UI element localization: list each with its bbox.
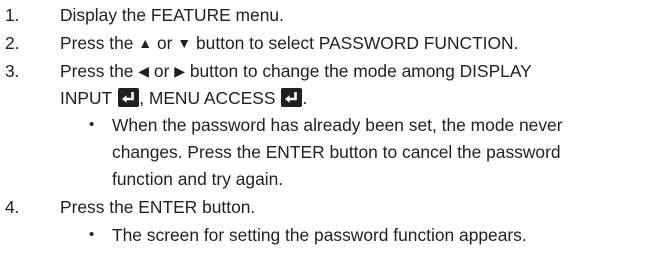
step-text: Press the ▲ or ▼ button to select PASSWO… [60,33,519,53]
right-triangle-icon: ▶ [174,63,185,79]
step-number: 2. [5,33,20,53]
enter-key-icon [118,88,140,107]
left-triangle-icon: ◀ [138,63,150,79]
step-text: Display the FEATURE menu. [60,5,284,25]
note-text: changes. Press the ENTER button to cance… [112,142,561,162]
step-text: Press the ◀ or ▶ button to change the mo… [60,61,532,81]
note-text: When the password has already been set, … [112,115,563,135]
step-number: 3. [5,61,20,81]
down-triangle-icon: ▼ [177,35,192,51]
up-triangle-icon: ▲ [138,35,153,51]
bullet-marker: • [89,226,95,243]
step-text: Press the ENTER button. [60,197,256,217]
step-text-continued: INPUT, MENU ACCESS. [60,88,308,108]
bullet-marker: • [89,116,95,133]
step-number: 4. [5,197,20,217]
note-text: The screen for setting the password func… [112,225,527,245]
note-text: function and try again. [112,169,284,189]
step-number: 1. [5,5,20,25]
enter-key-icon [281,88,303,107]
